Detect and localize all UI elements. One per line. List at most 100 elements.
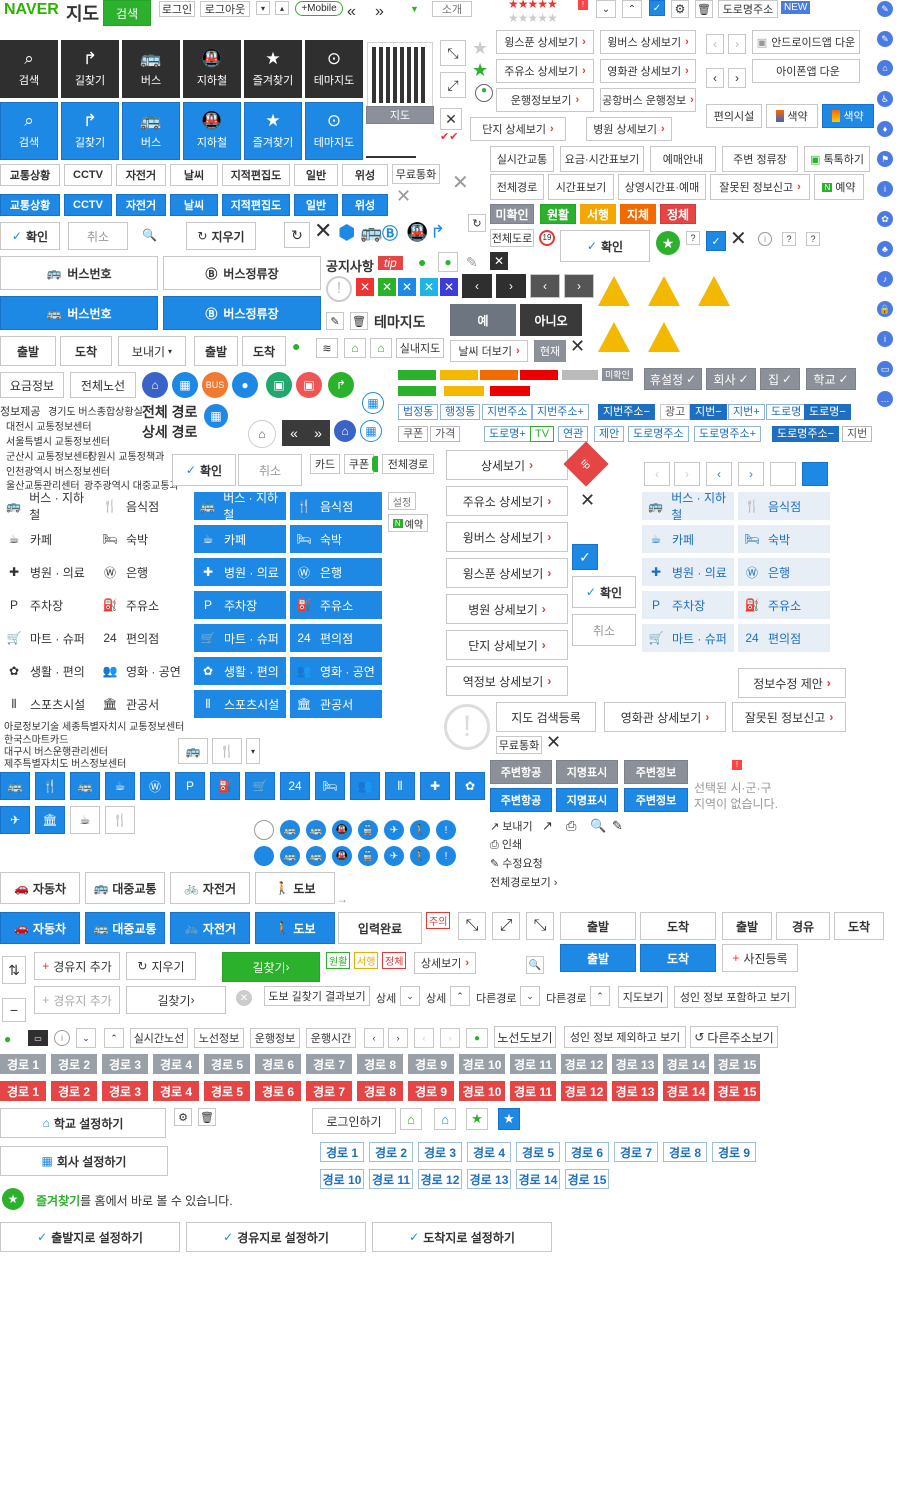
info-2-icon[interactable]: i [54,1030,70,1046]
legal-dong-tag[interactable]: 법정동 [398,404,439,420]
pin-green-box-icon[interactable]: ● [438,252,458,272]
icon-tile-2-0[interactable]: ✈ [0,806,30,834]
lot-address-plus-tag[interactable]: 지번주소+ [532,404,589,420]
trash-3-icon[interactable]: 🗑 [198,1108,216,1126]
iphone-download-button[interactable]: 아이폰앱 다운 [752,59,860,83]
plane-c-icon[interactable]: ✈ [384,820,404,840]
more-small-button[interactable]: ▾ [246,738,260,764]
tab-active-6[interactable]: 위성 [342,194,388,216]
arrive-blue-button[interactable]: 도착 [640,944,716,972]
detail-list-2-button[interactable]: 윙스푼 상세보기 › [446,558,568,588]
category-blue-3[interactable]: 🛏 숙박 [290,525,382,553]
around-tab-1[interactable]: 지명표시 [556,760,618,784]
empty-circle-icon-2[interactable] [254,846,274,866]
login-2-button[interactable]: 로그인하기 [312,1108,396,1134]
star-green-2-icon[interactable]: ★ [466,1108,488,1130]
transit-tab-1[interactable]: 요금·시간표보기 [560,146,644,172]
chevron-down-icon[interactable]: ⌄ [596,0,616,18]
icon-tile-9[interactable]: 🛏 [315,772,345,800]
route-red-6[interactable]: 경로 6 [255,1081,301,1101]
blue-x-icon[interactable]: ✕ [398,278,416,296]
route-red-10[interactable]: 경로 10 [459,1081,505,1101]
category-blue-8[interactable]: 🛒 마트 · 슈퍼 [194,624,286,652]
route-gray-11[interactable]: 경로 11 [510,1054,556,1074]
route-red-2[interactable]: 경로 2 [51,1081,97,1101]
tab-active-3[interactable]: 날씨 [170,194,218,216]
transit-tab2-2[interactable]: 상영시간표·예매 [618,174,706,200]
gear-icon[interactable]: ⚙ [671,0,689,18]
category-light-6[interactable]: P 주차장 [642,591,734,619]
send-action[interactable]: ↗ 보내기 [490,818,533,834]
icon-tile-5[interactable]: P [175,772,205,800]
category-0[interactable]: 🚌 버스 · 지하철 [0,491,92,522]
cancel-2-button[interactable]: 취소 [238,454,302,486]
bus-c-icon[interactable]: 🚌 [280,820,300,840]
indigo-x-icon[interactable]: ✕ [440,278,458,296]
detail-view-button[interactable]: 상세보기 › [446,450,568,480]
mode-active-0-button[interactable]: 🚗 자동차 [0,912,80,944]
detail-select-2-label[interactable]: 상세 [426,990,446,1006]
waypoint-button[interactable]: 경유 [776,912,830,940]
confirm-3-button[interactable]: ✓ 확인 [572,576,636,608]
icon-tile-1[interactable]: 🍴 [35,772,65,800]
related-tag[interactable]: 연관 [558,426,589,442]
category-blue-2[interactable]: ☕ 카페 [194,525,286,553]
side-dot-12-icon[interactable]: i [877,331,893,347]
bank-icon[interactable]: ⌂ [370,338,392,358]
bus-stop-blue-icon[interactable]: Ⓑ [382,220,398,244]
nav-3-button[interactable]: 🚇 지하철 [183,40,241,98]
chevron-up-2-icon[interactable]: ⌃ [104,1028,124,1048]
icon-tile-2-3[interactable]: 🍴 [105,806,135,834]
icon-tile-10[interactable]: 👥 [350,772,380,800]
nav-0-button[interactable]: ⌕ 검색 [0,40,58,98]
info-circle-icon[interactable]: i [758,232,772,246]
pager-next-disabled-icon[interactable]: › [674,462,700,486]
nav-active-5-button[interactable]: ⊙ 테마지도 [305,102,363,160]
icon-tile-12[interactable]: ✚ [420,772,450,800]
close-thin-icon[interactable]: ✕ [452,170,469,195]
route-outline-8[interactable]: 경로 8 [663,1142,707,1162]
intro-select[interactable]: 소개 [432,1,472,17]
transit-tab-3[interactable]: 주변 정류장 [722,146,798,172]
school-tag[interactable]: 학교 ✓ [806,368,856,390]
icon-tile-11[interactable]: ⫴ [385,772,415,800]
erase-2-button[interactable]: ↻ 지우기 [126,952,196,980]
route-gray-6[interactable]: 경로 6 [255,1054,301,1074]
route-outline-10[interactable]: 경로 10 [320,1169,364,1189]
set-arrive-button[interactable]: ✓ 도착지로 설정하기 [372,1222,552,1252]
other-route-down-icon[interactable]: ⌄ [520,986,540,1006]
category-light-0[interactable]: 🚌 버스 · 지하철 [642,491,734,522]
indoor-map-button[interactable]: 실내지도 [396,338,444,358]
nav-active-2-button[interactable]: 🚌 버스 [122,102,180,160]
refresh-small-icon[interactable]: ↻ [468,214,486,232]
dropdown-down-icon[interactable]: ▾ [256,1,270,15]
route-gray-4[interactable]: 경로 4 [153,1054,199,1074]
nav-active-1-button[interactable]: ↱ 길찾기 [61,102,119,160]
other-route-2-label[interactable]: 다른경로 [546,990,586,1006]
double-right-dark-icon[interactable]: » [306,420,330,446]
top-detail-0-0[interactable]: 윙스푼 상세보기 › [496,30,594,54]
arrow-left-gray-icon[interactable]: ‹ [530,274,560,298]
depart-4-button[interactable]: 출발 [722,912,772,940]
transit-tab2-1[interactable]: 시간표보기 [548,174,614,200]
close-x-icon[interactable]: ✕ [730,226,747,251]
wrong-report-button[interactable]: 잘못된 정보신고 › [732,702,846,732]
mode-active-3-button[interactable]: 🚶 도보 [255,912,335,944]
detail-up-icon[interactable]: ⌃ [450,986,470,1006]
full-path-button[interactable]: 전체경로 [382,454,434,474]
road-address-button[interactable]: 도로명주소 [718,0,778,18]
jibun-plus-tag[interactable]: 지번+ [728,404,765,420]
route-red-3[interactable]: 경로 3 [102,1081,148,1101]
colorblind-active-button[interactable]: 색약 [822,104,874,128]
minus-box-icon[interactable]: − [2,998,26,1022]
side-dot-11-icon[interactable]: 🔒 [877,301,893,317]
plane-c-icon-2[interactable]: ✈ [384,846,404,866]
nav-active-3-button[interactable]: 🚇 지하철 [183,102,241,160]
free-call-2-button[interactable]: 무료통화 [496,736,542,754]
transit-tab2-0[interactable]: 전체경로 [490,174,544,200]
home-green-icon[interactable]: ⌂ [344,338,366,358]
route-red-8[interactable]: 경로 8 [357,1081,403,1101]
tab-active-5[interactable]: 일반 [294,194,338,216]
mode-active-2-button[interactable]: 🚲 자전거 [170,912,250,944]
trash-icon[interactable]: 🗑 [695,0,713,18]
